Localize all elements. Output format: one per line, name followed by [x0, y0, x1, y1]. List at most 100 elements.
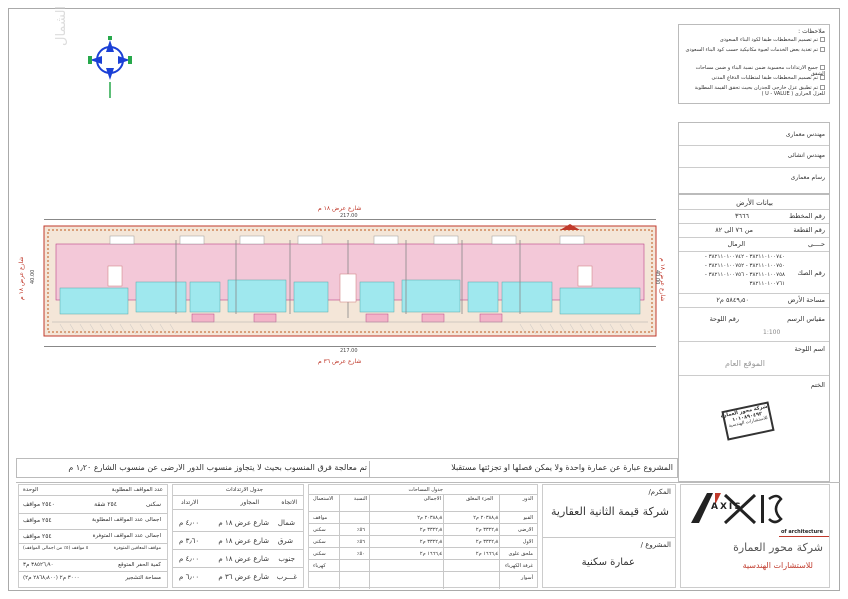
parking-required-label: اجمالى عدد المواقف المطلوبة [91, 517, 161, 523]
client-block: المكرم/ شركة قيمة الثانية العقارية المشر… [542, 484, 676, 588]
note-4: تم تصميم المخططات طبقا لمتطلبات الدفاع ا… [685, 75, 825, 81]
setback-north-neighbor: شارع عرض ١٨ م [218, 519, 269, 527]
logo-company-sub: للاستشارات الهندسية [742, 561, 813, 570]
parking-provided-label: اجمالى عدد المواقف المتوفرة [92, 533, 161, 539]
notes-box: ملاحظات : تم تصميم المخططات طبقا لكود ال… [678, 24, 830, 104]
land-label-area: مساحة الأرض [787, 296, 825, 304]
left-dimension: 40.00 [30, 269, 36, 284]
setback-south-dir: جنوب [278, 555, 295, 563]
setback-east-dir: شرق [277, 537, 293, 545]
parking-provided-value: ٢٥٤ مواقف [23, 533, 52, 540]
project-name: عمارة سكنية [581, 557, 635, 568]
areas-header-floor: الدور [522, 496, 533, 502]
parking-table: عدد المواقف المطلوبة الوحدة سكنى ٢٥٤ شقة… [18, 484, 168, 588]
areas-roof-total: ١٦٦٦٫٤٠ م٢ [419, 551, 445, 557]
drawing-sheet: الشمال 217.00 شارع عرض ١٨ م 217.00 شارع … [0, 0, 848, 599]
land-value-district: الرمال [727, 240, 745, 248]
street-right-label: شارع عرض ١٨ م [659, 258, 666, 302]
areas-basement-closed: ٢٠٣٨٨٫٨٠ م٢ [473, 515, 501, 521]
areas-fences-floor: أسوار [521, 575, 533, 581]
areas-first-ratio: ٥٦٪ [356, 539, 365, 545]
land-value-plan: ٣٦٦٦ [735, 212, 749, 220]
north-arrow-icon [88, 36, 132, 98]
setbacks-title: جدول الارتدادات [225, 487, 263, 493]
setback-west-dir: غـــرب [276, 573, 297, 581]
areas-roof-ratio: ٥٠٪ [356, 551, 365, 557]
sheet-name-label: اسم اللوحة [794, 345, 825, 353]
top-dimension-line [44, 219, 656, 220]
land-label-district: حــــى [807, 240, 825, 248]
areas-basement-floor: القبو [523, 515, 533, 521]
statement-left: تم معالجة فرق المنسوب بحيث لا يتجاوز منس… [68, 463, 367, 472]
company-logo-block: AXIS of architecture شركة محور العمارة ل… [680, 484, 830, 588]
areas-header-closed: الجزء المغلق [466, 496, 493, 502]
parking-disabled-label: مواقف المعاقين المتوفرة [113, 546, 161, 551]
street-top-label: شارع عرض ١٨ م [318, 205, 362, 212]
setback-east-value: ٣٫٦٠ م [179, 537, 200, 545]
logo-company-name: شركة محور العمارة [733, 541, 823, 554]
setback-west-value: ٦٫٠٠ م [179, 573, 200, 581]
landscaping-value: ٣٠٠٠ م٢ (٢٨٦٨٫٨٠٠ م٢) [23, 575, 80, 581]
areas-ground-closed: ٣٣٢٢٫٨٠ م٢ [475, 527, 501, 533]
areas-first-use: سكنى [313, 539, 326, 545]
areas-roof-floor: ملحق علوى [508, 551, 533, 557]
land-value-plot: من ٧٦ الى ٨٢ [715, 226, 753, 234]
setbacks-header-value: الارتداد [181, 499, 199, 506]
land-value-deed: ٣٨٢١١٠١٠٠٧٤٠ - ٣٨٢١١٠١٠٠٧٤٢ - ٣٨٢١١٠١٠٠٧… [704, 254, 785, 287]
logo-tagline: of architecture [781, 529, 823, 535]
areas-table: جدول المساحات الدور الجزء المغلق الاجمال… [308, 484, 538, 589]
setback-north-value: ٤٫٠٠ م [179, 519, 200, 527]
areas-ground-use: سكنى [313, 527, 326, 533]
top-dimension: 217.00 [340, 213, 358, 219]
north-label: الشمال [54, 5, 69, 46]
land-value-area: ٥٨٤٩٫٥٠ م٢ [716, 296, 749, 304]
parking-disabled-value: ٥ مواقف (٥٪ من اجمالى المواقف) [23, 546, 89, 551]
areas-first-closed: ٣٣٢٢٫٨٠ م٢ [475, 539, 501, 545]
excavation-value: ٣٨٥٢٦٫٩٠ م٣ [23, 562, 54, 568]
client-name: شركة قيمة الثانية العقارية [550, 505, 669, 518]
areas-header-total: الاجمالى [423, 496, 441, 502]
areas-basement-use: مواقف [313, 515, 328, 521]
setback-north-dir: شمال [277, 519, 295, 527]
street-left-label: شارع عرض ١٨ م [18, 256, 25, 300]
excavation-label: كمية الحفر المتوقع [118, 562, 161, 568]
client-label: المكرم/ [648, 488, 671, 496]
scale-value: 1:100 [763, 329, 781, 336]
parking-residential-label: سكنى [145, 501, 161, 508]
setback-south-neighbor: شارع عرض ١٨ م [218, 555, 269, 563]
land-title: بيانات الأرض [736, 199, 773, 207]
parking-residential-value: ٢٥٤٠ مواقف [23, 501, 55, 508]
parking-residential-count: ٢٥٤ شقة [94, 501, 117, 508]
site-plan-drawing [40, 222, 660, 340]
setback-west-neighbor: شارع عرض ٣٦ م [218, 573, 269, 581]
areas-basement-total: ٢٠٣٨٨٫٨٠ م٢ [417, 515, 445, 521]
areas-title: جدول المساحات [408, 487, 443, 493]
areas-ground-floor: الارضى [517, 527, 533, 533]
setbacks-table: جدول الارتدادات الاتجاه المجاور الارتداد… [172, 484, 304, 588]
sheet-number-label: رقم اللوحة [709, 315, 739, 323]
scale-label: مقياس الرسم [787, 315, 825, 323]
areas-roof-use: سكنى [313, 551, 326, 557]
setbacks-header-neighbor: المجاور [240, 499, 259, 506]
note-5: تم تطبيق عزل خارجى للجدران بحيث تحقق الق… [694, 85, 825, 97]
stamp-label: الختم [810, 381, 825, 389]
project-label: المشروع / [640, 541, 671, 549]
areas-ground-total: ٣٣٢٢٫٨٠ م٢ [419, 527, 445, 533]
areas-header-use: الاستعمال [313, 496, 334, 502]
role-draftsman: رسام معمارى [790, 174, 825, 181]
notes-title: ملاحظات : [798, 28, 825, 35]
logo-brand: AXIS [711, 502, 743, 512]
bottom-dimension-line [44, 346, 656, 347]
areas-header-ratio: النسبة [353, 496, 367, 502]
landscaping-label: مساحة التشجير [125, 575, 161, 581]
right-dimension: 40.00 [654, 270, 660, 285]
bottom-dimension: 217.00 [340, 348, 358, 354]
areas-ground-ratio: ٥٦٪ [356, 527, 365, 533]
statement-right: المشروع عبارة عن عمارة واحدة ولا يمكن فص… [451, 463, 673, 472]
parking-unit-header: الوحدة [23, 487, 39, 493]
areas-electric-use: كهرباء [313, 563, 326, 569]
site-plan [40, 222, 660, 340]
setback-east-neighbor: شارع عرض ١٨ م [218, 537, 269, 545]
land-label-plan: رقم المخطط [789, 212, 825, 220]
street-bottom-label: شارع عرض ٣٦ م [318, 358, 362, 365]
